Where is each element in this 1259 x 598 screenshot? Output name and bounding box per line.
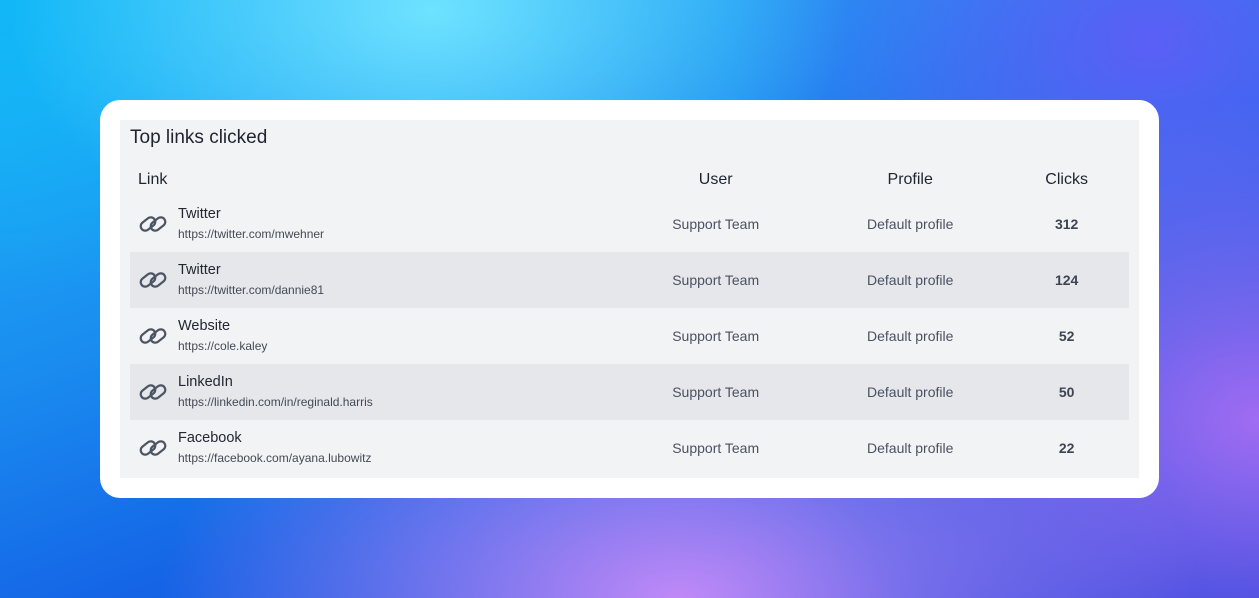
link-url[interactable]: https://linkedin.com/in/reginald.harris xyxy=(178,393,373,411)
clicks-cell: 312 xyxy=(1054,216,1079,232)
table-row[interactable]: Twitter https://twitter.com/mwehner Supp… xyxy=(130,196,1129,252)
link-cell: LinkedIn https://linkedin.com/in/reginal… xyxy=(130,373,615,411)
link-icon xyxy=(139,272,167,288)
link-url[interactable]: https://facebook.com/ayana.lubowitz xyxy=(178,449,371,467)
link-name[interactable]: Twitter xyxy=(178,261,324,279)
table-row[interactable]: Facebook https://facebook.com/ayana.lubo… xyxy=(130,420,1129,476)
link-icon xyxy=(139,440,167,456)
clicks-cell: 124 xyxy=(1054,272,1079,288)
clicks-cell: 52 xyxy=(1058,328,1075,344)
clicks-cell: 22 xyxy=(1058,440,1075,456)
clicks-cell: 50 xyxy=(1058,384,1075,400)
link-icon xyxy=(139,328,167,344)
link-url[interactable]: https://twitter.com/mwehner xyxy=(178,225,324,243)
table-row[interactable]: Twitter https://twitter.com/dannie81 Sup… xyxy=(130,252,1129,308)
user-cell: Support Team xyxy=(672,440,760,456)
user-cell: Support Team xyxy=(672,328,760,344)
panel-title: Top links clicked xyxy=(130,127,268,148)
top-links-card: Top links clicked Link User Profile Clic… xyxy=(100,100,1159,498)
profile-cell: Default profile xyxy=(867,328,954,344)
link-icon xyxy=(139,384,167,400)
link-cell: Twitter https://twitter.com/dannie81 xyxy=(130,261,615,299)
link-name[interactable]: Website xyxy=(178,317,267,335)
user-cell: Support Team xyxy=(672,272,760,288)
profile-cell: Default profile xyxy=(867,440,954,456)
column-header-user[interactable]: User xyxy=(615,171,816,189)
table-row[interactable]: LinkedIn https://linkedin.com/in/reginal… xyxy=(130,364,1129,420)
profile-cell: Default profile xyxy=(867,384,954,400)
column-header-profile[interactable]: Profile xyxy=(816,171,1004,189)
profile-cell: Default profile xyxy=(867,216,954,232)
link-name[interactable]: Twitter xyxy=(178,205,324,223)
link-name[interactable]: LinkedIn xyxy=(178,373,373,391)
column-header-link[interactable]: Link xyxy=(130,171,615,189)
user-cell: Support Team xyxy=(672,384,760,400)
top-links-panel: Top links clicked Link User Profile Clic… xyxy=(120,120,1139,478)
user-cell: Support Team xyxy=(672,216,760,232)
link-cell: Website https://cole.kaley xyxy=(130,317,615,355)
link-icon xyxy=(139,216,167,232)
link-cell: Facebook https://facebook.com/ayana.lubo… xyxy=(130,429,615,467)
link-name[interactable]: Facebook xyxy=(178,429,371,447)
table-header: Link User Profile Clicks xyxy=(130,164,1129,196)
table-row[interactable]: Website https://cole.kaley Support Team … xyxy=(130,308,1129,364)
link-cell: Twitter https://twitter.com/mwehner xyxy=(130,205,615,243)
profile-cell: Default profile xyxy=(867,272,954,288)
link-url[interactable]: https://twitter.com/dannie81 xyxy=(178,281,324,299)
column-header-clicks[interactable]: Clicks xyxy=(1004,171,1129,189)
link-url[interactable]: https://cole.kaley xyxy=(178,337,267,355)
